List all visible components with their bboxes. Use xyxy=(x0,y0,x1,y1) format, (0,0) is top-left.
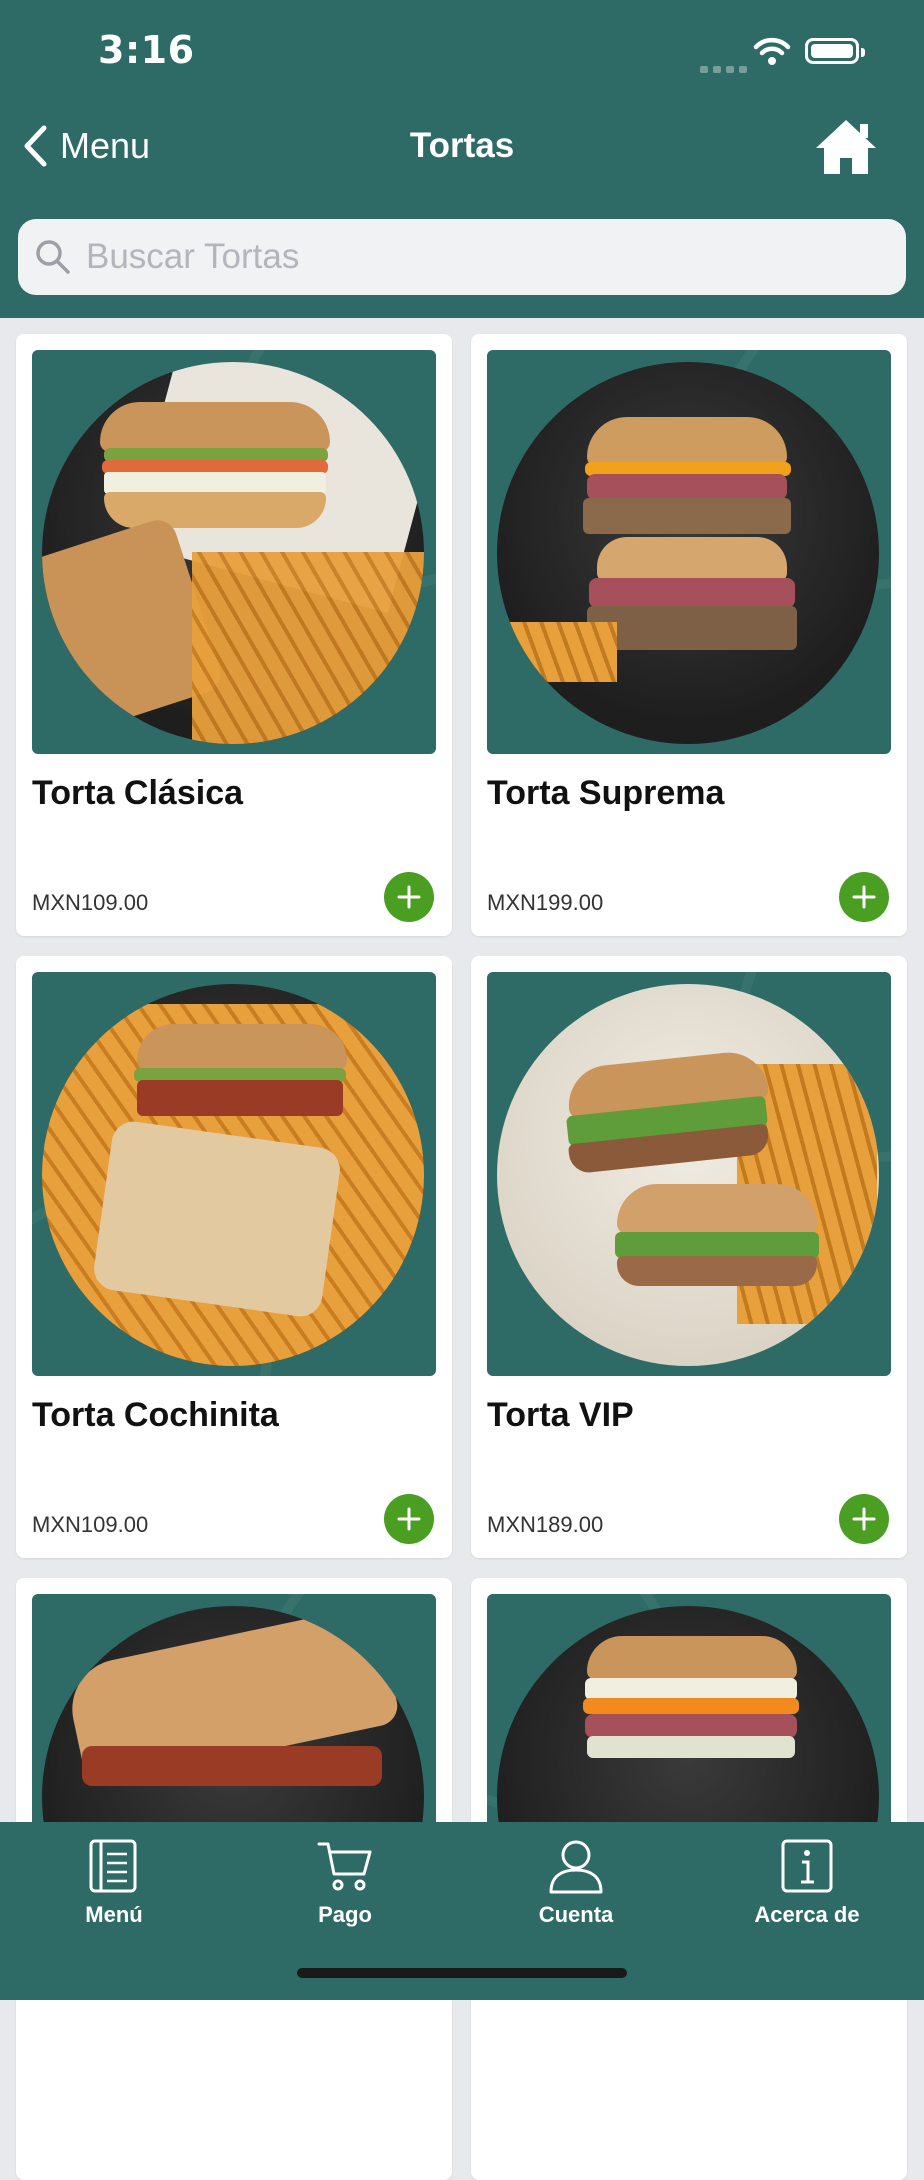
product-price: MXN109.00 xyxy=(32,890,149,915)
plus-icon xyxy=(852,885,876,909)
cellular-signal-icon xyxy=(700,58,752,77)
search-input[interactable] xyxy=(84,236,868,278)
search-icon xyxy=(36,240,70,274)
product-image xyxy=(32,972,436,1376)
home-indicator xyxy=(297,1968,627,1978)
home-button[interactable] xyxy=(814,118,878,180)
tab-menu[interactable]: Menú xyxy=(24,1838,204,1928)
tab-acerca-de[interactable]: Acerca de xyxy=(717,1838,897,1928)
product-name: Torta Suprema xyxy=(487,774,725,812)
battery-icon xyxy=(805,38,865,64)
plus-icon xyxy=(397,1507,421,1531)
product-image xyxy=(487,350,891,754)
product-price: MXN199.00 xyxy=(487,890,604,915)
plus-icon xyxy=(397,885,421,909)
wifi-icon xyxy=(752,36,792,70)
page-title: Tortas xyxy=(409,126,515,165)
tab-label: Acerca de xyxy=(754,1902,860,1927)
add-to-cart-button[interactable] xyxy=(839,872,889,922)
product-name: Torta VIP xyxy=(487,1396,634,1434)
plus-icon xyxy=(852,1507,876,1531)
product-price: MXN109.00 xyxy=(32,1512,149,1537)
menu-book-icon xyxy=(89,1839,137,1893)
cart-icon xyxy=(317,1842,372,1891)
header: 3:16 Menu Tortas xyxy=(0,0,924,318)
info-icon xyxy=(781,1839,833,1893)
status-time: 3:16 xyxy=(98,28,195,72)
tab-label: Cuenta xyxy=(538,1902,614,1927)
tab-pago[interactable]: Pago xyxy=(255,1838,435,1928)
product-image xyxy=(487,972,891,1376)
tab-label: Menú xyxy=(85,1902,143,1927)
product-card[interactable]: Torta Cochinita MXN109.00 xyxy=(16,956,452,1558)
add-to-cart-button[interactable] xyxy=(384,872,434,922)
add-to-cart-button[interactable] xyxy=(839,1494,889,1544)
product-card[interactable]: Torta VIP MXN189.00 xyxy=(471,956,907,1558)
tab-label: Pago xyxy=(318,1902,372,1927)
tab-cuenta[interactable]: Cuenta xyxy=(486,1838,666,1928)
user-icon xyxy=(549,1840,603,1894)
product-price: MXN189.00 xyxy=(487,1512,604,1537)
product-card[interactable]: Torta Clásica MXN109.00 xyxy=(16,334,452,936)
search-bar[interactable] xyxy=(18,219,906,295)
product-card[interactable]: Torta Suprema MXN199.00 xyxy=(471,334,907,936)
product-name: Torta Clásica xyxy=(32,774,244,812)
product-name: Torta Cochinita xyxy=(32,1396,279,1434)
product-image xyxy=(32,350,436,754)
home-icon xyxy=(816,120,876,174)
add-to-cart-button[interactable] xyxy=(384,1494,434,1544)
